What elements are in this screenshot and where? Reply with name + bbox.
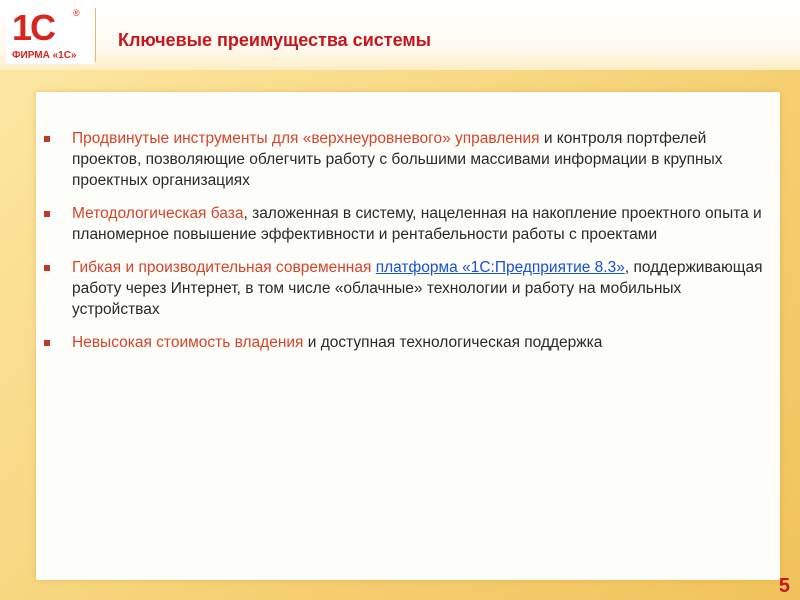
bullet-marker	[44, 136, 50, 142]
registered-mark: ®	[73, 8, 80, 18]
bullet-marker	[44, 340, 50, 346]
bullet-marker	[44, 211, 50, 217]
bullet-highlight: Продвинутые инструменты для «верхнеуровн…	[72, 130, 540, 147]
title-divider	[95, 8, 96, 62]
bullet-list: Продвинутые инструменты для «верхнеуровн…	[36, 128, 766, 365]
logo-1c: 1С ® ФИРМА «1С»	[6, 6, 94, 64]
bullet-item: Гибкая и производительная современная пл…	[36, 257, 766, 320]
bullet-item: Невысокая стоимость владения и доступная…	[36, 332, 766, 353]
bullet-highlight: Невысокая стоимость владения	[72, 334, 304, 351]
bullet-marker	[44, 265, 50, 271]
bullet-item: Продвинутые инструменты для «верхнеуровн…	[36, 128, 766, 191]
bullet-highlight: Методологическая база	[72, 205, 244, 222]
logo-mark: 1С	[12, 7, 56, 48]
slide-header: 1С ® ФИРМА «1С» Ключевые преимущества си…	[0, 0, 800, 70]
logo-firm-name: ФИРМА «1С»	[12, 50, 77, 61]
page-number: 5	[778, 575, 790, 597]
page-title: Ключевые преимущества системы	[118, 30, 432, 50]
bullet-highlight: Гибкая и производительная современная	[72, 259, 372, 276]
content-panel: Продвинутые инструменты для «верхнеуровн…	[36, 92, 780, 580]
bullet-item: Методологическая база, заложенная в сист…	[36, 203, 766, 245]
bullet-text: и доступная технологическая поддержка	[303, 334, 603, 351]
platform-link[interactable]: платформа «1С:Предприятие 8.3»	[376, 259, 625, 276]
